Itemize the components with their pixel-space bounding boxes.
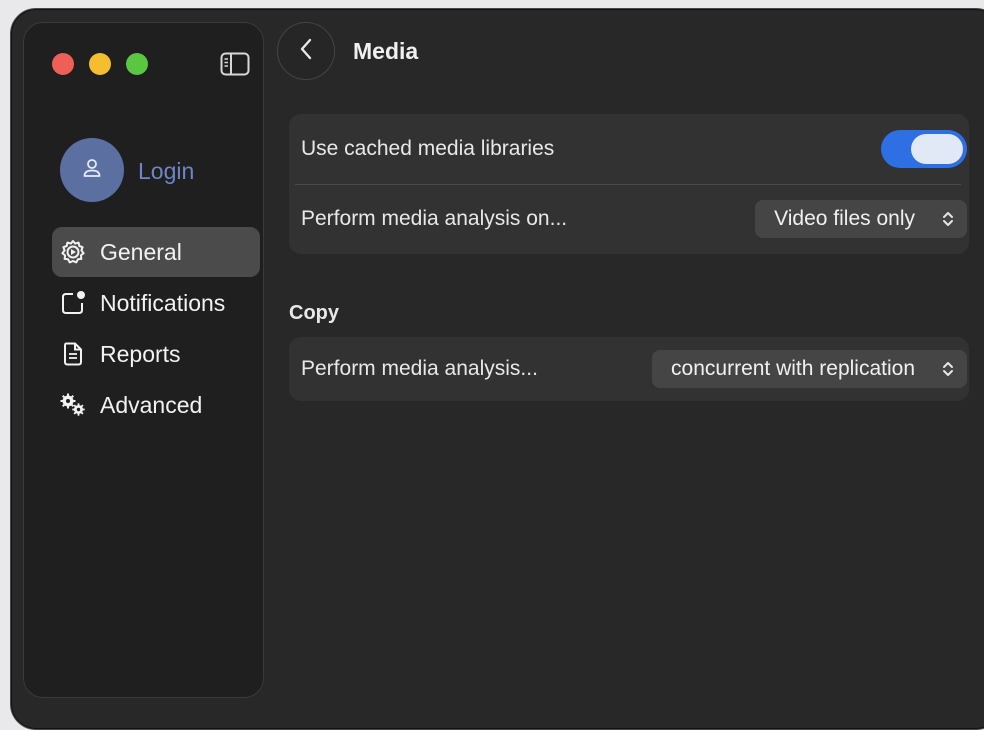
settings-window: Login General Notifications Reports Adva…: [10, 8, 984, 730]
sidebar-toggle-icon[interactable]: [220, 52, 250, 76]
chevron-updown-icon: [941, 209, 955, 229]
avatar[interactable]: [60, 138, 124, 202]
sidebar-item-label: General: [100, 238, 182, 265]
copy-section-title: Copy: [289, 302, 339, 324]
toggle-knob: [911, 134, 963, 164]
close-window-button[interactable]: [52, 53, 74, 75]
sidebar-item-advanced[interactable]: Advanced: [52, 380, 260, 430]
media-analysis-label: Perform media analysis on...: [301, 207, 568, 230]
media-analysis-row: Perform media analysis on... Video files…: [289, 184, 969, 254]
login-link[interactable]: Login: [138, 158, 194, 185]
media-analysis-select[interactable]: Video files only: [755, 200, 967, 238]
chevron-left-icon: [298, 37, 314, 66]
notification-icon: [60, 290, 86, 316]
minimize-window-button[interactable]: [89, 53, 111, 75]
sidebar-item-label: Reports: [100, 340, 181, 367]
copy-settings-group: Perform media analysis... concurrent wit…: [289, 337, 969, 401]
chevron-updown-icon: [941, 359, 955, 379]
use-cached-libraries-label: Use cached media libraries: [301, 137, 555, 160]
use-cached-libraries-row: Use cached media libraries: [289, 114, 969, 184]
sidebar-item-label: Notifications: [100, 289, 226, 316]
user-icon: [81, 157, 103, 184]
media-settings-group: Use cached media libraries Perform media…: [289, 114, 969, 254]
use-cached-libraries-toggle[interactable]: [881, 130, 967, 168]
document-icon: [60, 341, 86, 367]
copy-media-analysis-row: Perform media analysis... concurrent wit…: [289, 337, 969, 401]
gears-icon: [60, 392, 86, 418]
copy-media-analysis-value: concurrent with replication: [671, 357, 915, 380]
copy-media-analysis-label: Perform media analysis...: [301, 357, 538, 380]
sidebar-item-general[interactable]: General: [52, 227, 260, 277]
sidebar: Login General Notifications Reports Adva…: [23, 22, 264, 698]
copy-media-analysis-select[interactable]: concurrent with replication: [652, 350, 967, 388]
sidebar-item-notifications[interactable]: Notifications: [52, 278, 260, 328]
media-analysis-value: Video files only: [774, 207, 915, 230]
zoom-window-button[interactable]: [126, 53, 148, 75]
back-button[interactable]: [277, 22, 335, 80]
page-title: Media: [353, 38, 419, 64]
sidebar-item-reports[interactable]: Reports: [52, 329, 260, 379]
gear-icon: [60, 239, 86, 265]
sidebar-item-label: Advanced: [100, 391, 203, 418]
